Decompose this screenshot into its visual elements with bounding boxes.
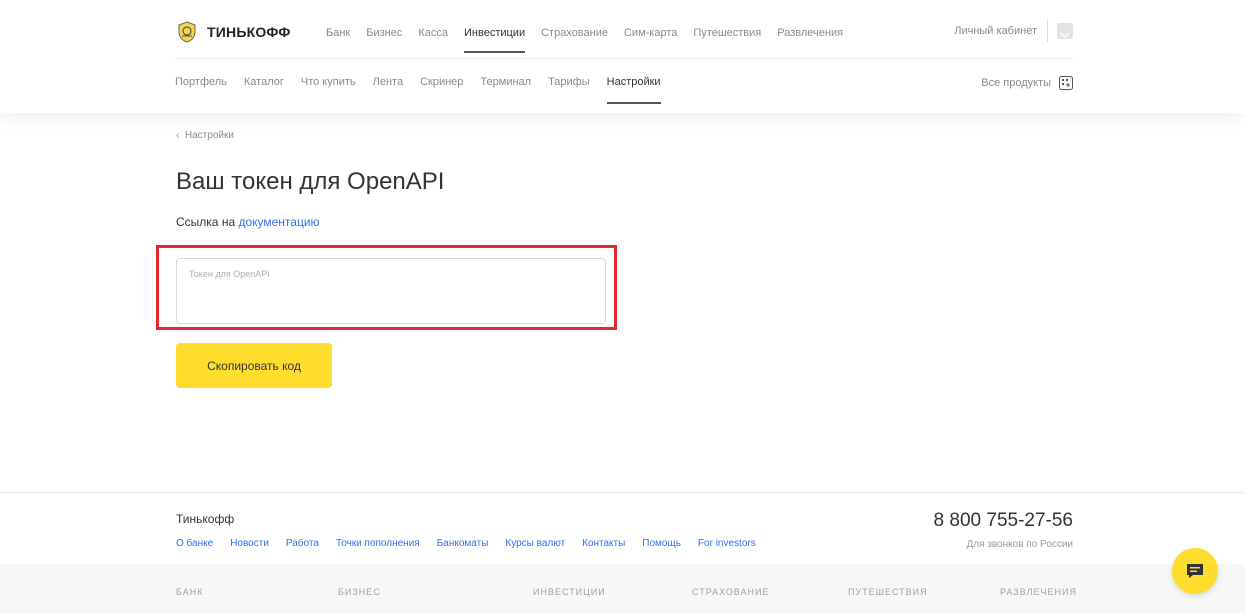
divider bbox=[1047, 20, 1048, 42]
footer-category-entertainment[interactable]: РАЗВЛЕЧЕНИЯ bbox=[1000, 587, 1077, 597]
chat-button[interactable] bbox=[1172, 548, 1218, 594]
tab-feed[interactable]: Лента bbox=[373, 76, 403, 88]
footer-category-insurance[interactable]: СТРАХОВАНИЕ bbox=[692, 587, 770, 597]
tab-terminal[interactable]: Терминал bbox=[480, 76, 531, 88]
site-header: ТИНЬКОФФ Банк Бизнес Касса Инвестиции Ст… bbox=[0, 0, 1245, 113]
topnav-item-travel[interactable]: Путешествия bbox=[693, 27, 761, 39]
documentation-prefix: Ссылка на bbox=[176, 215, 239, 229]
footer-link-atms[interactable]: Банкоматы bbox=[437, 538, 489, 549]
support-phone[interactable]: 8 800 755-27-56 bbox=[934, 510, 1073, 532]
topnav-item-business[interactable]: Бизнес bbox=[366, 27, 402, 39]
documentation-line: Ссылка на документацию bbox=[176, 215, 320, 229]
footer-category-investments[interactable]: ИНВЕСТИЦИИ bbox=[533, 587, 606, 597]
footer-link-investors[interactable]: For investors bbox=[698, 538, 756, 549]
brand-logo[interactable]: ТИНЬКОФФ bbox=[175, 20, 291, 44]
footer-links: О банке Новости Работа Точки пополнения … bbox=[176, 538, 773, 549]
tab-settings[interactable]: Настройки bbox=[606, 76, 661, 104]
tab-screener[interactable]: Скринер bbox=[420, 76, 463, 88]
footer-category-bank[interactable]: БАНК bbox=[176, 587, 203, 597]
footer-link-about[interactable]: О банке bbox=[176, 538, 213, 549]
page-title: Ваш токен для OpenAPI bbox=[176, 168, 445, 195]
footer-link-contacts[interactable]: Контакты bbox=[582, 538, 625, 549]
topnav-item-bank[interactable]: Банк bbox=[326, 27, 350, 39]
all-products-button[interactable]: Все продукты bbox=[981, 76, 1073, 90]
footer-link-news[interactable]: Новости bbox=[230, 538, 269, 549]
site-footer: Тинькофф О банке Новости Работа Точки по… bbox=[0, 492, 1245, 613]
footer-categories: БАНК БИЗНЕС ИНВЕСТИЦИИ СТРАХОВАНИЕ ПУТЕШ… bbox=[0, 564, 1245, 613]
footer-link-rates[interactable]: Курсы валют bbox=[505, 538, 565, 549]
personal-account[interactable]: Личный кабинет bbox=[954, 20, 1073, 42]
token-input[interactable] bbox=[176, 258, 606, 324]
copy-code-button[interactable]: Скопировать код bbox=[176, 343, 332, 388]
footer-link-jobs[interactable]: Работа bbox=[286, 538, 319, 549]
grid-plus-icon bbox=[1059, 76, 1073, 90]
chevron-down-icon bbox=[1060, 32, 1070, 39]
footer-link-topup-points[interactable]: Точки пополнения bbox=[336, 538, 420, 549]
avatar[interactable] bbox=[1057, 23, 1073, 39]
tab-portfolio[interactable]: Портфель bbox=[175, 76, 227, 88]
coat-of-arms-icon bbox=[178, 21, 196, 43]
topnav-item-sim[interactable]: Сим-карта bbox=[624, 27, 677, 39]
top-navigation-bar: ТИНЬКОФФ Банк Бизнес Касса Инвестиции Ст… bbox=[175, 0, 1073, 59]
topnav-item-insurance[interactable]: Страхование bbox=[541, 27, 608, 39]
breadcrumb-label[interactable]: Настройки bbox=[185, 130, 234, 141]
chevron-left-icon: ‹ bbox=[176, 130, 185, 141]
footer-category-business[interactable]: БИЗНЕС bbox=[338, 587, 381, 597]
tab-what-to-buy[interactable]: Что купить bbox=[301, 76, 356, 88]
phone-note: Для звонков по России bbox=[966, 539, 1073, 550]
all-products-label: Все продукты bbox=[981, 77, 1051, 89]
tab-tariffs[interactable]: Тарифы bbox=[548, 76, 590, 88]
footer-category-travel[interactable]: ПУТЕШЕСТВИЯ bbox=[848, 587, 928, 597]
footer-link-help[interactable]: Помощь bbox=[642, 538, 681, 549]
breadcrumb[interactable]: ‹ Настройки bbox=[176, 130, 234, 141]
footer-brand: Тинькофф bbox=[176, 512, 235, 526]
topnav-item-investments[interactable]: Инвестиции bbox=[464, 27, 526, 53]
personal-account-label[interactable]: Личный кабинет bbox=[954, 25, 1037, 37]
product-nav: Банк Бизнес Касса Инвестиции Страхование… bbox=[326, 27, 859, 53]
tab-catalog[interactable]: Каталог bbox=[244, 76, 284, 88]
topnav-item-entertainment[interactable]: Развлечения bbox=[777, 27, 843, 39]
topnav-item-kassa[interactable]: Касса bbox=[418, 27, 448, 39]
investments-subnav: Портфель Каталог Что купить Лента Скрине… bbox=[175, 76, 678, 104]
chat-icon bbox=[1187, 564, 1203, 578]
documentation-link[interactable]: документацию bbox=[238, 215, 319, 229]
brand-name: ТИНЬКОФФ bbox=[207, 24, 291, 40]
